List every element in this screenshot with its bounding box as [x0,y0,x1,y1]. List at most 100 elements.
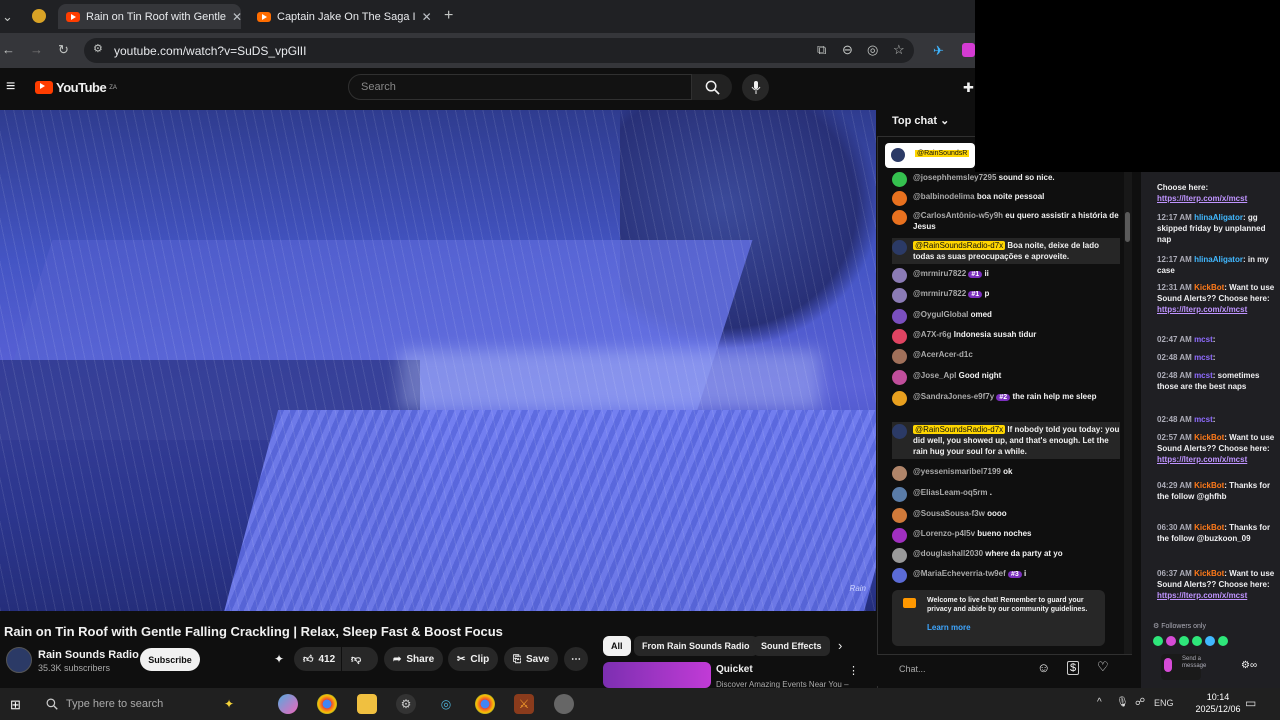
chat-author[interactable]: @OygulGlobal [913,310,968,319]
taskbar-search[interactable]: Type here to search [36,692,236,716]
chrome-icon[interactable] [317,694,337,714]
chat-message[interactable]: @balbinodelima boa noite pessoal [892,191,1124,206]
chip-from-channel[interactable]: From Rain Sounds Radio [634,636,758,656]
chat-message[interactable]: @SandraJones-e9f7y #2 the rain help me s… [892,391,1124,406]
chat-message[interactable]: @CarlosAntônio-w5y9h eu quero assistir a… [892,210,1124,232]
chat-input[interactable]: Chat... [892,660,1032,678]
twitch-username[interactable]: hlinaAligator [1194,255,1243,264]
pinned-message[interactable]: @RainSoundsR [885,143,975,168]
chat-message[interactable]: @AcerAcer-d1c [892,349,1124,364]
twitch-username[interactable]: KickBot [1194,481,1224,490]
back-icon[interactable]: ← [2,42,15,57]
clip-button[interactable]: ✂ Clip [448,647,499,671]
taskbar-clock[interactable]: 10:14 2025/12/06 [1186,691,1250,715]
chat-mode-dropdown[interactable]: Top chat ⌄ [892,114,949,127]
twitch-link[interactable]: https://lterp.com/x/mcst [1157,591,1247,600]
video-player[interactable]: Rain [0,110,876,611]
copilot-sparkle-icon[interactable]: ✦ [219,694,239,714]
emote-icon[interactable] [1153,636,1163,646]
chat-message[interactable]: @SousaSousa-f3w oooo [892,508,1124,523]
youtube-logo[interactable]: YouTube ZA [35,80,117,95]
learn-more-link[interactable]: Learn more [927,623,971,632]
chat-message[interactable]: @mrmiru7822 #1 p [892,288,1124,303]
emote-icon[interactable] [1179,636,1189,646]
windows-start-icon[interactable]: ⊞ [10,697,21,713]
twitch-username[interactable]: mcst [1194,371,1213,380]
file-explorer-icon[interactable] [357,694,377,714]
tab-list-icon[interactable]: ⌄ [2,9,13,25]
settings-icon[interactable]: ⚙∞ [1241,660,1257,671]
emote-icon[interactable] [1192,636,1202,646]
install-icon[interactable]: ⧉ [817,42,826,58]
voice-search-button[interactable] [742,74,769,101]
twitch-username[interactable]: mcst [1194,353,1213,362]
chat-author[interactable]: @EliasLeam-oq5rm [913,488,988,497]
chat-author[interactable]: @balbinodelima [913,192,975,201]
new-tab-icon[interactable]: + [444,7,453,25]
channel-name[interactable]: Rain Sounds Radio [38,649,139,661]
hype-icon[interactable]: ✦ [274,652,284,666]
chrome-icon[interactable] [475,694,495,714]
bookmark-star-icon[interactable]: ☆ [893,42,905,58]
super-chat-icon[interactable]: $ [1067,661,1080,675]
chat-scrollbar-thumb[interactable] [1125,212,1130,242]
zoom-icon[interactable]: ⊖ [842,42,853,58]
like-button[interactable]: 👍︎ 412 [294,647,341,671]
chat-message[interactable]: @Jose_Apl Good night [892,370,1124,385]
site-info-icon[interactable]: ⚙ [93,42,103,55]
emoji-icon[interactable]: ☺ [1037,660,1050,675]
twitch-username[interactable]: mcst [1194,335,1213,344]
extension-icon[interactable] [962,43,975,57]
search-input[interactable]: Search [348,74,692,100]
chat-author[interactable]: @Lorenzo-p4l5v [913,529,975,538]
chat-message[interactable]: @A7X-r6g Indonesia susah tidur [892,329,1124,344]
twitch-username[interactable]: KickBot [1194,433,1224,442]
chat-author[interactable]: @mrmiru7822 [913,269,966,278]
reload-icon[interactable]: ↻ [58,42,69,58]
network-icon[interactable]: ☍ [1135,697,1145,708]
chat-author[interactable]: @CarlosAntônio-w5y9h [913,211,1003,220]
twitch-username[interactable]: KickBot [1194,283,1224,292]
close-tab-icon[interactable]: ✕ [422,10,432,24]
steam-icon[interactable]: ⚙ [396,694,416,714]
twitch-link[interactable]: https://lterp.com/x/mcst [1157,194,1247,203]
emote-icon[interactable] [1218,636,1228,646]
language-indicator[interactable]: ENG [1154,698,1174,708]
search-button[interactable] [692,74,732,100]
emote-icon[interactable] [1166,636,1176,646]
chat-author[interactable]: @RainSoundsRadio-d7x [913,425,1006,434]
chat-author[interactable]: @josephhemsley7295 [913,173,996,182]
chat-author[interactable]: @MariaEcheverria-tw9ef [913,569,1006,578]
chat-message[interactable]: @RainSoundsRadio-d7x If nobody told you … [892,422,1120,459]
chat-author[interactable]: @A7X-r6g [913,330,951,339]
app-icon[interactable]: ◎ [436,694,456,714]
chat-message[interactable]: @mrmiru7822 #1 ii [892,268,1124,283]
twitch-username[interactable]: mcst [1194,415,1213,424]
chat-message[interactable]: @douglashall2030 where da party at yo [892,548,1124,563]
close-tab-icon[interactable]: ✕ [232,10,241,24]
chat-author[interactable]: @douglashall2030 [913,549,983,558]
chat-message[interactable]: @Lorenzo-p4l5v bueno noches [892,528,1124,543]
emote-icon[interactable] [1205,636,1215,646]
twitch-link[interactable]: https://lterp.com/x/mcst [1157,455,1247,464]
recommendation-title[interactable]: Quicket [716,664,753,675]
chip-all[interactable]: All [603,636,631,656]
profile-icon[interactable] [32,9,46,23]
copilot-icon[interactable] [278,694,298,714]
chat-message[interactable]: @yessenismaribel7199 ok [892,466,1124,481]
chat-scrollbar[interactable] [1124,172,1132,680]
tray-chevron-icon[interactable]: ^ [1097,697,1102,708]
twitch-link[interactable]: https://lterp.com/x/mcst [1157,305,1247,314]
chat-message[interactable]: @OygulGlobal omed [892,309,1124,324]
chat-message[interactable]: @MariaEcheverria-tw9ef #3 i [892,568,1124,583]
twitch-username[interactable]: hlinaAligator [1194,213,1243,222]
chat-author[interactable]: @mrmiru7822 [913,289,966,298]
forward-icon[interactable]: → [30,42,43,57]
app-icon[interactable] [554,694,574,714]
heart-icon[interactable]: ♡ [1097,659,1109,675]
notification-icon[interactable]: ▭ [1245,696,1256,710]
chat-author[interactable]: @RainSoundsRadio-d7x [913,241,1006,250]
chat-author[interactable]: @Jose_Apl [913,371,956,380]
chat-author[interactable]: @SousaSousa-f3w [913,509,985,518]
recommendation-thumbnail[interactable] [603,662,711,688]
